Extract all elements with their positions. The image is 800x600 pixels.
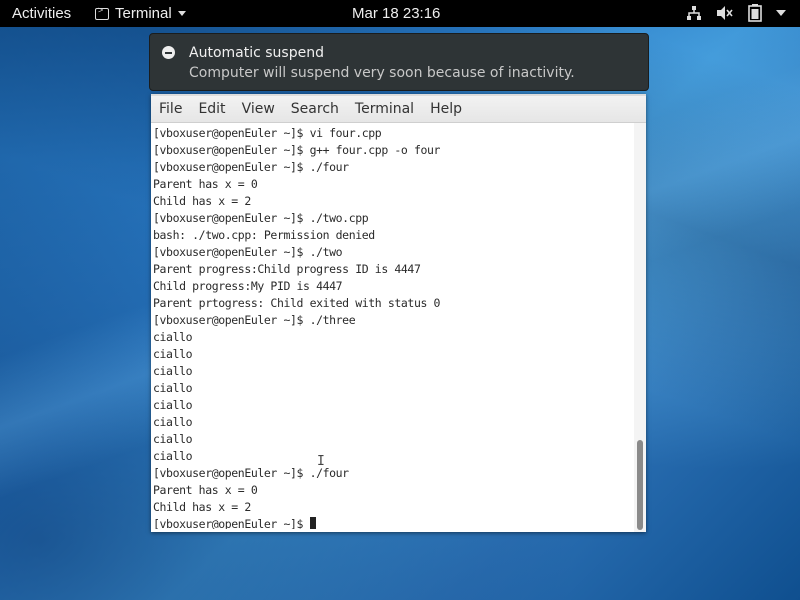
system-menu-caret-icon: [776, 10, 786, 16]
terminal-line: ciallo: [153, 432, 193, 446]
terminal-window[interactable]: File Edit View Search Terminal Help [vbo…: [151, 94, 646, 532]
volume-muted-icon: [717, 6, 733, 20]
terminal-line: ciallo: [153, 449, 193, 463]
clock[interactable]: Mar 18 23:16: [352, 5, 440, 22]
terminal-line: Parent has x = 0: [153, 483, 258, 497]
notification-body: Computer will suspend very soon because …: [189, 65, 575, 81]
terminal-line: [vboxuser@openEuler ~]$ ./two.cpp: [153, 211, 369, 225]
mouse-ibeam-cursor-icon: I: [317, 454, 325, 469]
top-bar: Activities Terminal Mar 18 23:16: [0, 0, 800, 27]
terminal-line: [vboxuser@openEuler ~]$ ./four: [153, 466, 349, 480]
terminal-line: ciallo: [153, 347, 193, 361]
terminal-line: Parent prtogress: Child exited with stat…: [153, 296, 441, 310]
text-cursor: [309, 517, 316, 529]
menu-view[interactable]: View: [234, 101, 283, 117]
terminal-line: Child progress:My PID is 4447: [153, 279, 343, 293]
notification-title: Automatic suspend: [189, 45, 324, 61]
terminal-line: [vboxuser@openEuler ~]$ g++ four.cpp -o …: [153, 143, 441, 157]
terminal-line: [vboxuser@openEuler ~]$ ./three: [153, 313, 356, 327]
terminal-line: ciallo: [153, 398, 193, 412]
terminal-scrollbar[interactable]: [634, 123, 646, 532]
terminal-menubar: File Edit View Search Terminal Help: [151, 94, 646, 123]
activities-button[interactable]: Activities: [12, 5, 71, 22]
terminal-line: ciallo: [153, 330, 193, 344]
network-icon: [687, 6, 701, 20]
menu-help[interactable]: Help: [422, 101, 470, 117]
menu-edit[interactable]: Edit: [190, 101, 233, 117]
terminal-prompt: [vboxuser@openEuler ~]$: [153, 517, 310, 529]
terminal-line: Child has x = 2: [153, 500, 251, 514]
terminal-icon: [95, 5, 109, 20]
app-menu[interactable]: Terminal: [95, 5, 186, 22]
terminal-line: Parent has x = 0: [153, 177, 258, 191]
minus-circle-icon: [162, 46, 175, 59]
chevron-down-icon: [177, 11, 186, 16]
terminal-output[interactable]: [vboxuser@openEuler ~]$ vi four.cpp [vbo…: [153, 125, 635, 529]
terminal-line: ciallo: [153, 381, 193, 395]
terminal-line: Child has x = 2: [153, 194, 251, 208]
menu-file[interactable]: File: [151, 101, 190, 117]
notification-banner[interactable]: Automatic suspend Computer will suspend …: [149, 33, 649, 91]
menu-search[interactable]: Search: [283, 101, 347, 117]
terminal-line: bash: ./two.cpp: Permission denied: [153, 228, 375, 242]
app-menu-label: Terminal: [115, 5, 172, 22]
terminal-line: ciallo: [153, 415, 193, 429]
terminal-line: [vboxuser@openEuler ~]$ vi four.cpp: [153, 126, 382, 140]
battery-icon: [748, 4, 762, 22]
scrollbar-thumb[interactable]: [637, 440, 643, 530]
terminal-line: [vboxuser@openEuler ~]$ ./two: [153, 245, 343, 259]
terminal-line: Parent progress:Child progress ID is 444…: [153, 262, 421, 276]
system-tray[interactable]: [686, 4, 786, 22]
menu-terminal[interactable]: Terminal: [347, 101, 422, 117]
terminal-line: [vboxuser@openEuler ~]$ ./four: [153, 160, 349, 174]
terminal-prompt-line[interactable]: [vboxuser@openEuler ~]$: [153, 516, 635, 529]
terminal-line: ciallo: [153, 364, 193, 378]
